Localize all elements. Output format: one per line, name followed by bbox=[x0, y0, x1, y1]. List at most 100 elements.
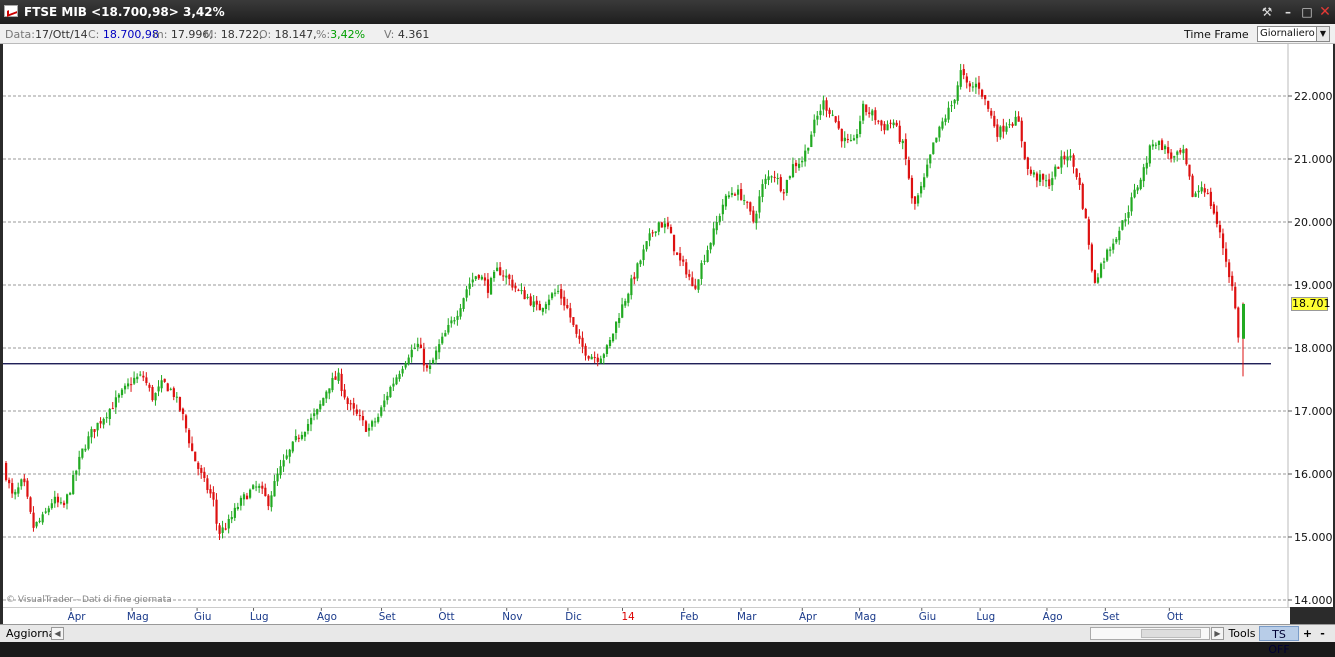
candle-body bbox=[648, 233, 651, 241]
candle-body bbox=[477, 274, 480, 279]
chevron-down-icon[interactable]: ▼ bbox=[1316, 27, 1329, 41]
candle-body bbox=[1121, 220, 1124, 230]
candle-body bbox=[1103, 261, 1106, 263]
candle-body bbox=[108, 408, 111, 419]
candle-body bbox=[630, 278, 633, 296]
candle-body bbox=[868, 112, 871, 114]
maximize-button[interactable]: □ bbox=[1298, 3, 1316, 21]
candle-body bbox=[929, 154, 932, 164]
candle-body bbox=[920, 186, 923, 194]
candle-body bbox=[1099, 263, 1103, 278]
x-month-label: Lug bbox=[976, 611, 995, 623]
scroll-left-arrow-icon[interactable]: ◀ bbox=[51, 627, 64, 640]
candle-body bbox=[1051, 178, 1054, 186]
pin-icon[interactable]: ⚒ bbox=[1258, 3, 1276, 21]
candle-body bbox=[977, 82, 981, 89]
candle-body bbox=[355, 409, 358, 414]
candle-body bbox=[1160, 140, 1164, 151]
candle-body bbox=[20, 479, 23, 487]
candle-body bbox=[1118, 230, 1121, 241]
candle-body bbox=[651, 232, 654, 234]
date-readout: Data:17/Ott/14 bbox=[5, 28, 88, 41]
candle-body bbox=[999, 126, 1002, 138]
candle-body bbox=[441, 336, 444, 344]
ts-off-button[interactable]: TS OFF bbox=[1259, 626, 1299, 656]
scrollbar-thumb[interactable] bbox=[1141, 629, 1201, 638]
candle-body bbox=[862, 103, 865, 121]
candle-body bbox=[950, 105, 953, 107]
candle-body bbox=[852, 138, 856, 141]
x-month-label: Feb bbox=[680, 611, 698, 623]
candle-body bbox=[834, 116, 837, 122]
candle-body bbox=[788, 176, 792, 179]
zoom-in-button[interactable]: + bbox=[1301, 626, 1314, 641]
timeframe-select[interactable]: Giornaliero ▼ bbox=[1257, 26, 1330, 42]
candle-body bbox=[703, 260, 706, 262]
candle-body bbox=[685, 262, 688, 275]
candle-body bbox=[267, 495, 270, 507]
candlestick-chart[interactable]: 14.000 15.000 16.000 17.000 18.000 19.000 20.0… bbox=[3, 44, 1333, 607]
title-bar: FTSE MIB <18.700,98> 3,42% ⚒ – □ ✕ bbox=[0, 0, 1335, 24]
candle-body bbox=[636, 263, 639, 279]
candle-body bbox=[188, 429, 191, 444]
candle-body bbox=[120, 389, 124, 396]
horizontal-scrollbar[interactable] bbox=[1090, 627, 1210, 640]
candle-body bbox=[56, 496, 60, 503]
max-readout: M: 18.722, bbox=[204, 28, 263, 41]
candle-body bbox=[1081, 183, 1084, 209]
candle-body bbox=[389, 387, 392, 398]
candle-body bbox=[529, 296, 532, 306]
candle-body bbox=[1075, 168, 1078, 178]
candle-body bbox=[1078, 177, 1081, 186]
x-axis: Apr Mag Giu Lug Ago Set Ott Nov Dic 14 Feb Mar Apr Ma… bbox=[3, 607, 1290, 624]
candle-body bbox=[352, 403, 355, 409]
candle-body bbox=[657, 222, 660, 232]
candle-body bbox=[432, 359, 435, 364]
x-month-label: Ago bbox=[317, 611, 337, 623]
candle-body bbox=[913, 196, 917, 204]
candle-body bbox=[111, 408, 114, 410]
candle-body bbox=[700, 263, 703, 279]
candle-body bbox=[615, 321, 618, 333]
candle-body bbox=[904, 139, 907, 160]
candle-body bbox=[151, 386, 154, 401]
candle-body bbox=[779, 177, 782, 192]
candle-body bbox=[194, 451, 197, 462]
candle-body bbox=[1133, 189, 1136, 198]
candle-body bbox=[197, 462, 200, 469]
minimize-button[interactable]: – bbox=[1279, 3, 1297, 21]
last-price-badge: 18.701 bbox=[1291, 297, 1331, 311]
candle-body bbox=[462, 298, 465, 310]
candle-body bbox=[1203, 188, 1206, 193]
candle-body bbox=[587, 355, 590, 359]
candle-body bbox=[782, 192, 785, 194]
candle-body bbox=[886, 124, 889, 131]
zoom-out-button[interactable]: - bbox=[1316, 626, 1329, 641]
candle-body bbox=[563, 296, 566, 306]
candle-body bbox=[761, 184, 764, 198]
candle-body bbox=[1057, 166, 1060, 169]
candle-body bbox=[72, 474, 75, 494]
candle-body bbox=[297, 437, 300, 439]
candle-body bbox=[624, 301, 627, 306]
candle-body bbox=[371, 421, 374, 427]
candle-body bbox=[672, 234, 676, 252]
candle-body bbox=[544, 304, 548, 310]
candle-body bbox=[334, 376, 337, 380]
close-button[interactable]: ✕ bbox=[1316, 3, 1334, 21]
candle-body bbox=[224, 528, 227, 530]
candle-body bbox=[279, 466, 282, 476]
tools-button[interactable]: Tools bbox=[1226, 626, 1258, 641]
candle-body bbox=[660, 222, 663, 228]
candle-body bbox=[1145, 162, 1148, 169]
x-month-label: Ott bbox=[1167, 611, 1183, 623]
candle-body bbox=[1072, 155, 1075, 167]
candle-body bbox=[737, 189, 740, 195]
volume-readout: V: 4.361 bbox=[384, 28, 430, 41]
candle-body bbox=[1023, 141, 1026, 159]
candle-body bbox=[697, 279, 700, 290]
candle-body bbox=[178, 397, 182, 411]
scroll-right-arrow-icon[interactable]: ▶ bbox=[1211, 627, 1224, 640]
candle-body bbox=[84, 448, 87, 451]
candle-body bbox=[212, 492, 215, 500]
